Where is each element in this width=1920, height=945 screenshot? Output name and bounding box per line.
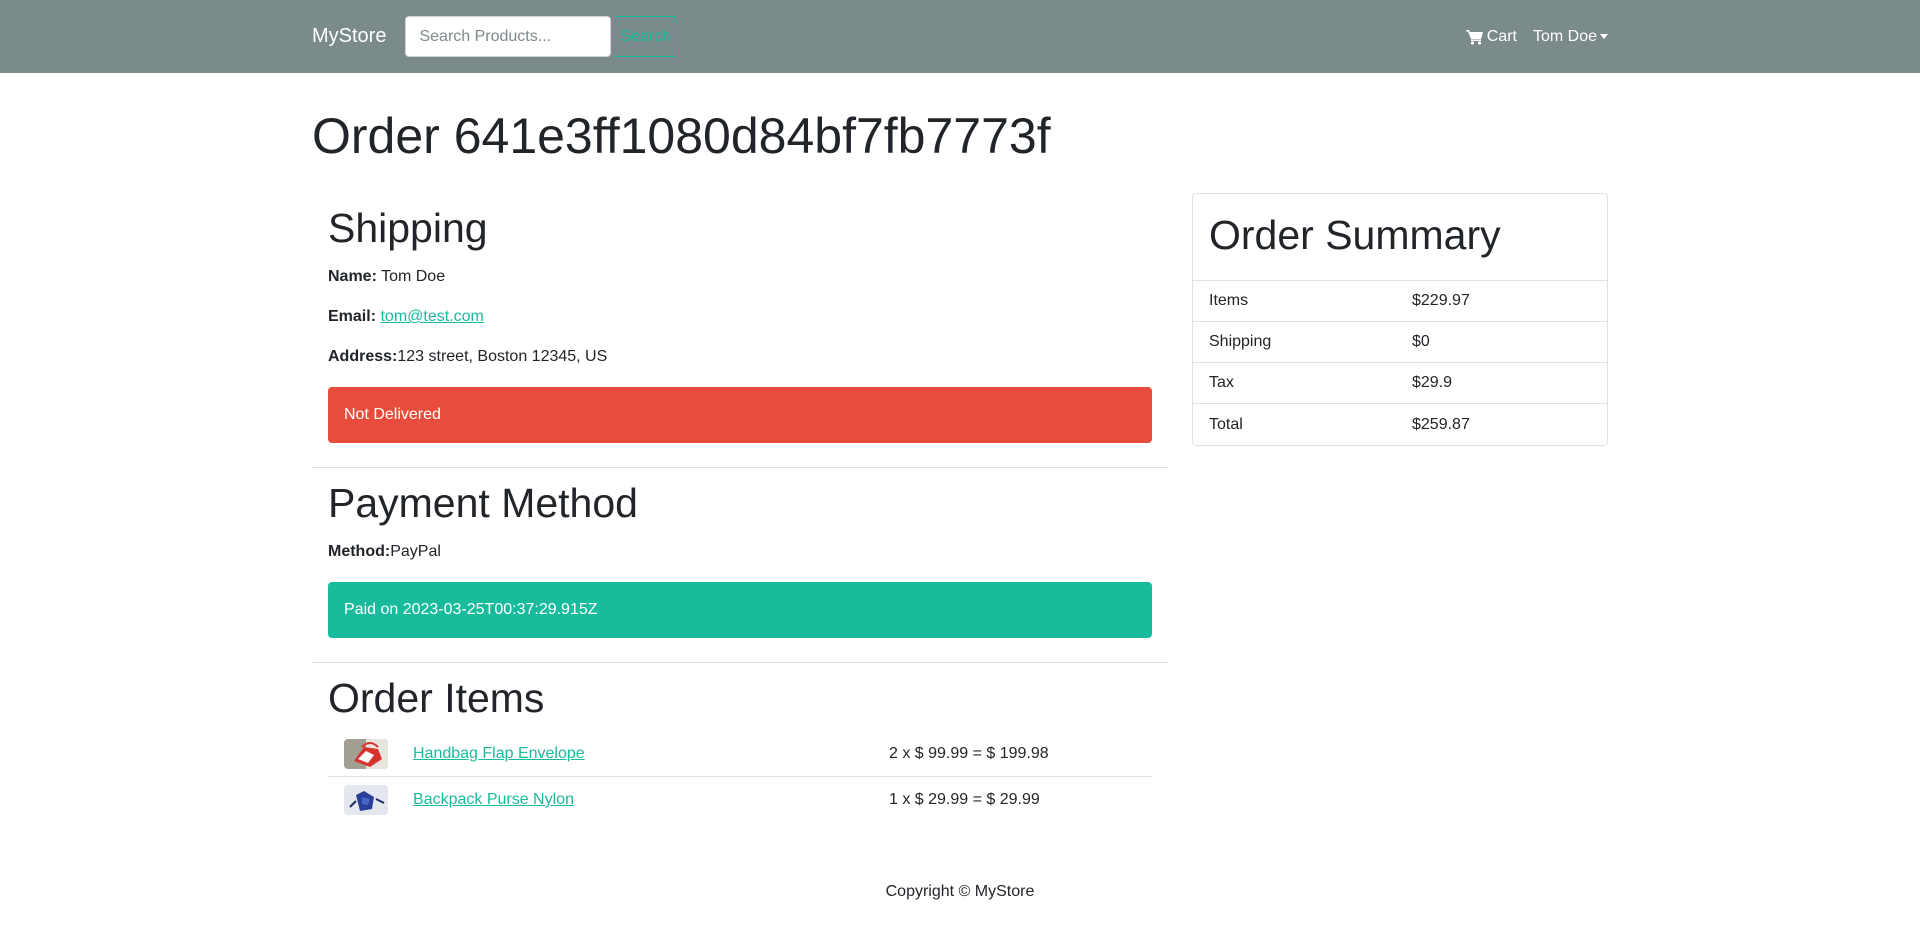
payment-method: Method:PayPal — [328, 542, 1152, 562]
chevron-down-icon — [1600, 34, 1608, 39]
payment-heading: Payment Method — [328, 480, 638, 526]
order-summary-heading: Order Summary — [1193, 194, 1607, 281]
item-price-calc: 1 x $ 29.99 = $ 29.99 — [889, 791, 1040, 808]
list-item: Backpack Purse Nylon 1 x $ 29.99 = $ 29.… — [328, 777, 1152, 823]
navbar: MyStore Search Cart Tom Doe — [0, 0, 1920, 73]
summary-row-tax: Tax $29.9 — [1193, 363, 1607, 404]
email-link[interactable]: tom@test.com — [380, 308, 483, 325]
item-link[interactable]: Handbag Flap Envelope — [413, 745, 889, 763]
order-layout: Shipping Name: Tom Doe Email: tom@test.c… — [312, 193, 1608, 847]
user-label: Tom Doe — [1532, 27, 1597, 45]
email-label: Email: — [328, 308, 377, 325]
order-summary-card: Order Summary Items $229.97 Shipping $0 … — [1192, 193, 1608, 446]
order-items-heading: Order Items — [328, 675, 545, 721]
main-content: Order 641e3ff1080d84bf7fb7773f Shipping … — [312, 106, 1608, 901]
address-value: 123 street, Boston 12345, US — [397, 348, 608, 365]
address-label: Address: — [328, 348, 398, 365]
summary-row-shipping: Shipping $0 — [1193, 322, 1607, 363]
handbag-image-icon — [344, 738, 388, 769]
search-button[interactable]: Search — [613, 16, 679, 57]
brand-link[interactable]: MyStore — [312, 25, 386, 48]
user-dropdown[interactable]: Tom Doe — [1533, 28, 1608, 46]
delivery-status-alert: Not Delivered — [328, 387, 1152, 443]
footer: Copyright © MyStore — [312, 883, 1608, 901]
name-value: Tom Doe — [381, 268, 446, 285]
summary-value: $29.9 — [1412, 374, 1453, 391]
shipping-section: Shipping Name: Tom Doe Email: tom@test.c… — [312, 203, 1168, 468]
summary-label: Total — [1209, 415, 1243, 433]
item-link[interactable]: Backpack Purse Nylon — [413, 791, 889, 809]
backpack-image-icon — [344, 785, 388, 815]
list-item: Handbag Flap Envelope 2 x $ 99.99 = $ 19… — [328, 731, 1152, 777]
shipping-name: Name: Tom Doe — [328, 267, 1152, 287]
order-summary-column: Order Summary Items $229.97 Shipping $0 … — [1192, 193, 1608, 847]
item-price-calc: 2 x $ 99.99 = $ 199.98 — [889, 744, 1049, 762]
method-value: PayPal — [390, 543, 441, 560]
payment-status-alert: Paid on 2023-03-25T00:37:29.915Z — [328, 582, 1152, 638]
navbar-inner: MyStore Search Cart Tom Doe — [312, 0, 1608, 73]
summary-label: Shipping — [1209, 333, 1272, 350]
shipping-address: Address:123 street, Boston 12345, US — [328, 347, 1152, 367]
copyright-text: Copyright © MyStore — [885, 883, 1035, 900]
page-title: Order 641e3ff1080d84bf7fb7773f — [312, 108, 1051, 164]
summary-value: $229.97 — [1412, 292, 1470, 309]
summary-label: Tax — [1209, 374, 1234, 391]
summary-row-items: Items $229.97 — [1193, 281, 1607, 322]
shipping-email: Email: tom@test.com — [328, 307, 1152, 327]
order-items-section: Order Items Handbag Flap Envelope 2 x $ … — [312, 673, 1168, 847]
product-image — [344, 785, 388, 815]
search-input[interactable] — [405, 16, 612, 57]
method-label: Method: — [328, 543, 391, 560]
summary-row-total: Total $259.87 — [1193, 404, 1607, 445]
cart-icon — [1465, 29, 1483, 45]
cart-label: Cart — [1486, 27, 1517, 45]
shipping-heading: Shipping — [328, 205, 488, 251]
cart-link[interactable]: Cart — [1465, 27, 1517, 46]
payment-section: Payment Method Method:PayPal Paid on 202… — [312, 478, 1168, 663]
summary-value: $0 — [1412, 333, 1430, 350]
summary-label: Items — [1209, 292, 1249, 309]
summary-value: $259.87 — [1412, 415, 1470, 433]
search-form: Search — [405, 16, 679, 57]
name-label: Name: — [328, 268, 377, 285]
order-details: Shipping Name: Tom Doe Email: tom@test.c… — [312, 193, 1168, 847]
navbar-right: Cart Tom Doe — [1465, 0, 1608, 73]
product-image — [344, 738, 388, 769]
